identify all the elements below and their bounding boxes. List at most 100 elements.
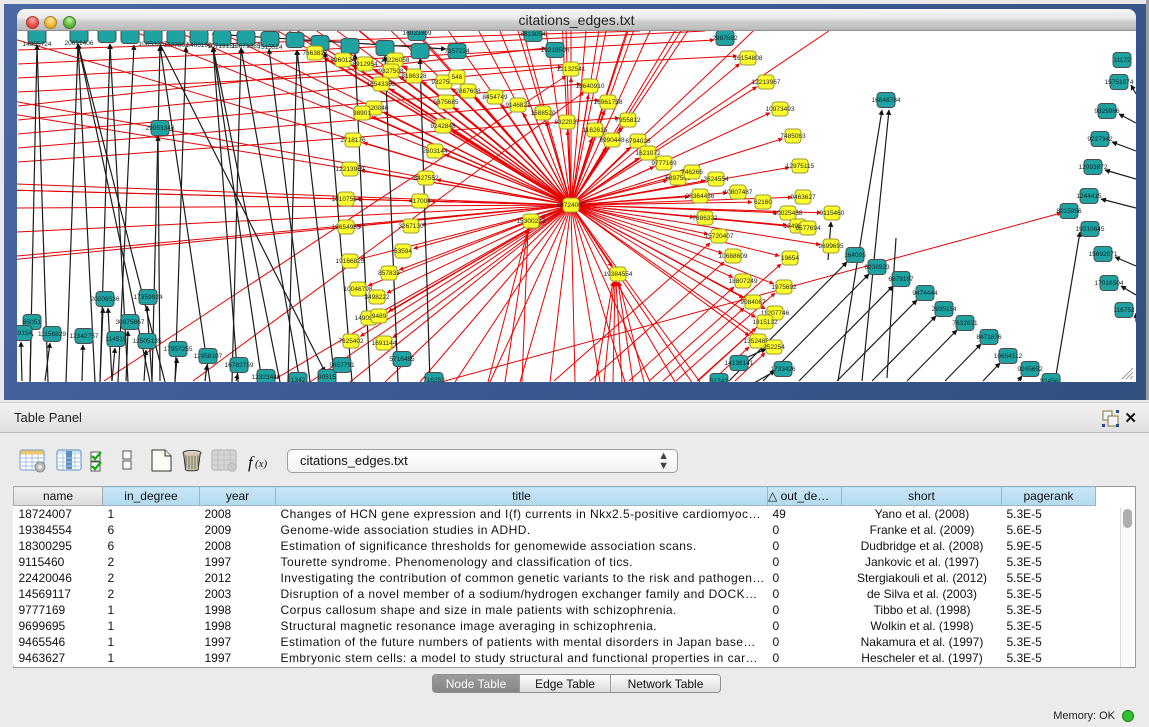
svg-text:15300273: 15300273 bbox=[517, 218, 546, 225]
svg-text:1815132: 1815132 bbox=[752, 319, 778, 326]
svg-text:11156829: 11156829 bbox=[38, 331, 66, 338]
svg-text:1691144: 1691144 bbox=[372, 340, 397, 347]
svg-text:9474444: 9474444 bbox=[912, 290, 938, 297]
svg-text:9777169: 9777169 bbox=[651, 160, 677, 167]
svg-text:8990448: 8990448 bbox=[599, 137, 625, 144]
svg-text:19654: 19654 bbox=[781, 255, 799, 262]
svg-text:2803144: 2803144 bbox=[422, 148, 448, 155]
svg-text:7663822: 7663822 bbox=[302, 50, 328, 57]
svg-text:9245652: 9245652 bbox=[1017, 366, 1043, 373]
svg-text:16543382: 16543382 bbox=[367, 81, 396, 88]
svg-text:20364436: 20364436 bbox=[686, 193, 715, 200]
svg-text:12505135: 12505135 bbox=[133, 338, 162, 345]
svg-text:9327508: 9327508 bbox=[378, 68, 404, 75]
svg-text:8427552: 8427552 bbox=[413, 175, 439, 182]
svg-text:12213969: 12213969 bbox=[336, 166, 365, 173]
svg-text:11172: 11172 bbox=[1113, 57, 1130, 64]
svg-text:114519: 114519 bbox=[105, 336, 127, 343]
svg-text:16961758: 16961758 bbox=[594, 99, 623, 106]
svg-text:19166825: 19166825 bbox=[336, 258, 365, 265]
svg-text:164095: 164095 bbox=[844, 252, 866, 259]
svg-text:3498222: 3498222 bbox=[364, 294, 390, 301]
svg-text:19210645: 19210645 bbox=[1076, 226, 1105, 233]
svg-text:7886322: 7886322 bbox=[692, 215, 718, 222]
svg-text:7485063: 7485063 bbox=[780, 133, 806, 140]
svg-text:13226058: 13226058 bbox=[381, 57, 410, 64]
svg-text:7632621: 7632621 bbox=[952, 320, 978, 327]
svg-text:9699695: 9699695 bbox=[818, 243, 844, 250]
svg-text:18807249: 18807249 bbox=[729, 278, 758, 285]
svg-text:716252: 716252 bbox=[423, 377, 445, 382]
svg-text:1162615: 1162615 bbox=[583, 127, 608, 134]
svg-text:39154: 39154 bbox=[17, 330, 32, 337]
svg-text:2867608: 2867608 bbox=[455, 88, 481, 95]
svg-text:8813054: 8813054 bbox=[520, 31, 546, 38]
svg-text:16782759: 16782759 bbox=[225, 362, 254, 369]
svg-text:116753: 116753 bbox=[1113, 307, 1135, 314]
svg-text:18724007: 18724007 bbox=[557, 202, 586, 209]
svg-text:5875685: 5875685 bbox=[433, 99, 459, 106]
svg-text:17359924: 17359924 bbox=[134, 294, 163, 301]
svg-text:9329966: 9329966 bbox=[1094, 108, 1120, 115]
svg-text:7955812: 7955812 bbox=[615, 117, 641, 124]
svg-text:1342: 1342 bbox=[291, 377, 306, 382]
svg-text:18640910: 18640910 bbox=[576, 83, 605, 90]
svg-text:8454749: 8454749 bbox=[482, 94, 508, 101]
svg-text:7515524: 7515524 bbox=[257, 44, 283, 51]
svg-text:6794028: 6794028 bbox=[625, 138, 651, 145]
svg-text:857833: 857833 bbox=[378, 270, 400, 277]
svg-text:10807487: 10807487 bbox=[724, 189, 753, 196]
svg-text:252254: 252254 bbox=[763, 344, 785, 351]
svg-text:10654112: 10654112 bbox=[994, 353, 1023, 360]
svg-text:14136141: 14136141 bbox=[725, 360, 754, 367]
svg-text:8912954: 8912954 bbox=[352, 61, 378, 68]
svg-text:1975692: 1975692 bbox=[771, 284, 797, 291]
svg-text:19654985: 19654985 bbox=[332, 224, 361, 231]
svg-text:9115460: 9115460 bbox=[820, 210, 845, 217]
svg-text:f: f bbox=[248, 453, 255, 472]
svg-text:20206536: 20206536 bbox=[91, 296, 120, 303]
svg-text:2718176: 2718176 bbox=[340, 137, 366, 144]
svg-text:746266: 746266 bbox=[681, 169, 703, 176]
svg-text:17957255: 17957255 bbox=[164, 346, 193, 353]
svg-text:1244415: 1244415 bbox=[1076, 193, 1102, 200]
svg-text:19384554: 19384554 bbox=[604, 271, 633, 278]
svg-text:16648784: 16648784 bbox=[872, 97, 901, 104]
svg-text:2987682: 2987682 bbox=[712, 35, 738, 42]
svg-text:10688609: 10688609 bbox=[719, 253, 748, 260]
svg-text:9242848: 9242848 bbox=[430, 123, 456, 130]
svg-text:15720407: 15720407 bbox=[705, 233, 734, 240]
svg-text:(x): (x) bbox=[255, 458, 268, 470]
svg-text:924561: 924561 bbox=[1040, 378, 1062, 382]
svg-text:11958107: 11958107 bbox=[194, 353, 223, 360]
svg-text:5716485: 5716485 bbox=[389, 356, 415, 363]
svg-text:12213967: 12213967 bbox=[752, 79, 781, 86]
svg-text:2935114: 2935114 bbox=[932, 306, 957, 313]
svg-text:3624554: 3624554 bbox=[703, 176, 729, 183]
svg-text:1588520: 1588520 bbox=[530, 110, 556, 117]
svg-text:10046798: 10046798 bbox=[344, 286, 373, 293]
svg-text:8215956: 8215956 bbox=[1056, 208, 1082, 215]
svg-text:3267130: 3267130 bbox=[398, 223, 424, 230]
svg-text:10025438: 10025438 bbox=[774, 210, 803, 217]
svg-text:12975115: 12975115 bbox=[786, 163, 815, 170]
svg-text:10107554: 10107554 bbox=[332, 196, 361, 203]
svg-text:417006: 417006 bbox=[409, 198, 431, 205]
svg-text:9577694: 9577694 bbox=[795, 225, 821, 232]
svg-text:9146821: 9146821 bbox=[505, 102, 531, 109]
svg-text:29053346: 29053346 bbox=[146, 125, 175, 132]
svg-text:90515: 90515 bbox=[318, 374, 336, 381]
svg-text:16033809: 16033809 bbox=[403, 31, 432, 37]
svg-text:20691406: 20691406 bbox=[65, 40, 94, 47]
svg-text:12093872: 12093872 bbox=[1079, 164, 1108, 171]
svg-text:546: 546 bbox=[452, 74, 463, 81]
svg-text:19218506: 19218506 bbox=[541, 47, 570, 54]
svg-text:15751074: 15751074 bbox=[1105, 79, 1134, 86]
svg-text:98901: 98901 bbox=[353, 110, 371, 117]
svg-text:14055724: 14055724 bbox=[23, 41, 52, 48]
svg-text:8186328: 8186328 bbox=[401, 73, 427, 80]
svg-text:8322037: 8322037 bbox=[554, 119, 580, 126]
svg-text:1733426: 1733426 bbox=[770, 366, 796, 373]
svg-text:17016504: 17016504 bbox=[1095, 280, 1124, 287]
svg-text:12323446: 12323446 bbox=[252, 374, 281, 381]
